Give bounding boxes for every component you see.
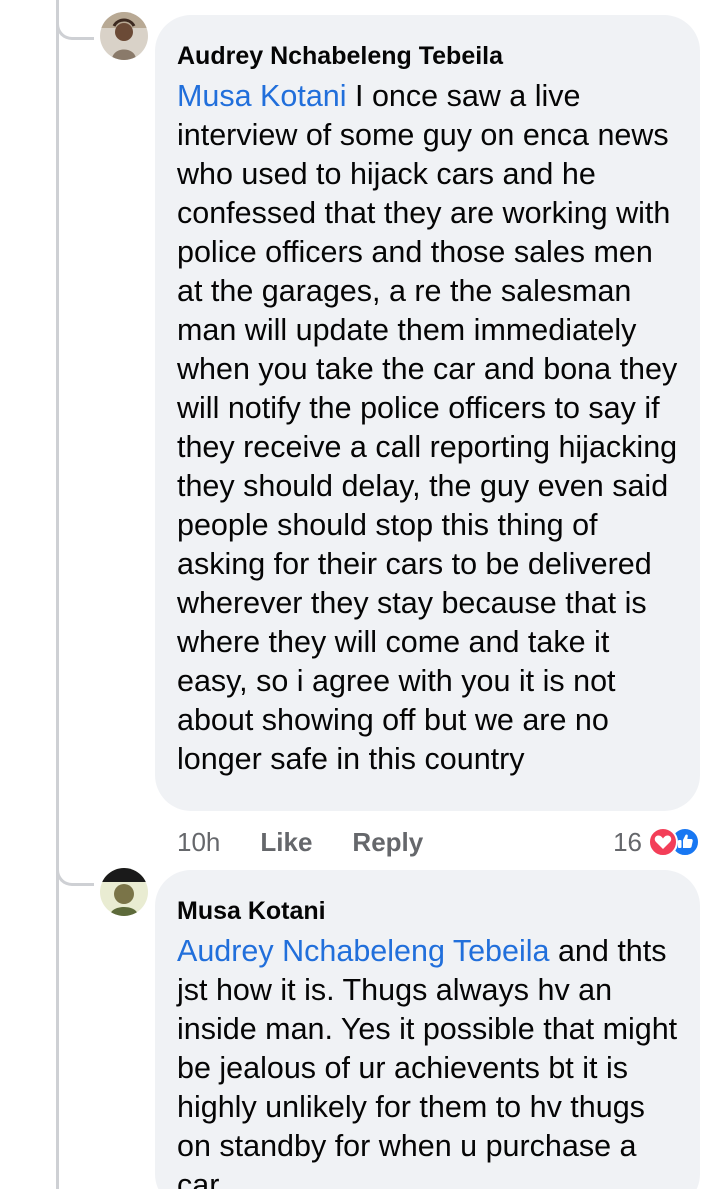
- comment-text: and thts jst how it is. Thugs always hv …: [177, 934, 678, 1189]
- reaction-count: 16: [613, 826, 642, 857]
- comment-text: I once saw a live interview of some guy …: [177, 79, 678, 776]
- comment-bubble: Audrey Nchabeleng Tebeila Musa Kotani I …: [155, 15, 700, 811]
- comment-author[interactable]: Audrey Nchabeleng Tebeila: [177, 41, 678, 71]
- mention-link[interactable]: Musa Kotani: [177, 79, 347, 113]
- comment-actions: 10h Like Reply: [177, 822, 463, 862]
- thread-connector: [56, 858, 94, 886]
- profile-photo-icon: [100, 868, 148, 916]
- avatar-musa[interactable]: [100, 868, 148, 916]
- reaction-summary[interactable]: 16: [613, 822, 700, 862]
- comment-bubble: Musa Kotani Audrey Nchabeleng Tebeila an…: [155, 870, 700, 1189]
- thread-line: [56, 0, 59, 1189]
- avatar-audrey[interactable]: [100, 12, 148, 60]
- comment-timestamp[interactable]: 10h: [177, 827, 220, 858]
- thread-connector: [56, 12, 94, 40]
- reply-button[interactable]: Reply: [352, 827, 423, 858]
- comment-body: Audrey Nchabeleng Tebeila and thts jst h…: [177, 932, 678, 1189]
- like-button[interactable]: Like: [260, 827, 312, 858]
- comment-body: Musa Kotani I once saw a live interview …: [177, 77, 678, 779]
- comment-thread: Audrey Nchabeleng Tebeila Musa Kotani I …: [0, 0, 720, 1189]
- comment-author[interactable]: Musa Kotani: [177, 896, 678, 926]
- love-icon: [648, 827, 678, 857]
- profile-photo-icon: [100, 12, 148, 60]
- mention-link[interactable]: Audrey Nchabeleng Tebeila: [177, 934, 549, 968]
